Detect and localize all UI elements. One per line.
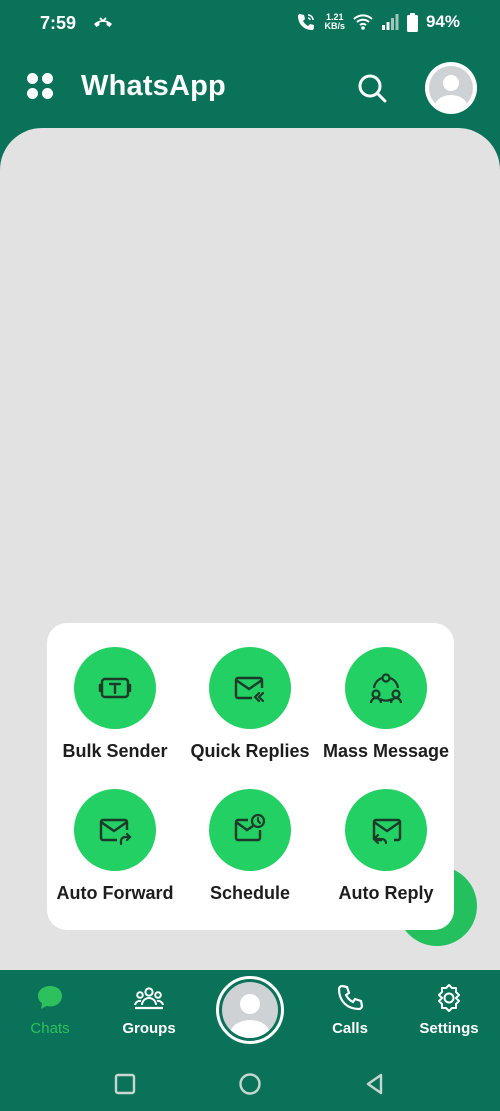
tool-label: Schedule bbox=[209, 883, 291, 903]
nav-calls[interactable]: Calls bbox=[305, 982, 395, 1037]
nav-settings[interactable]: Settings bbox=[404, 982, 494, 1037]
nav-label: Groups bbox=[122, 1020, 176, 1037]
tool-label: Mass Message bbox=[322, 741, 450, 761]
mail-forward-icon bbox=[74, 789, 156, 871]
recents-icon[interactable] bbox=[113, 1072, 137, 1096]
profile-avatar[interactable] bbox=[425, 62, 477, 114]
nav-profile-button[interactable] bbox=[216, 976, 284, 1044]
nav-groups[interactable]: Groups bbox=[104, 982, 194, 1037]
status-bar: 7:59 1.21 KB/s 94% bbox=[0, 0, 500, 48]
tool-label: Auto Reply bbox=[338, 883, 434, 903]
search-icon[interactable] bbox=[356, 72, 388, 104]
tools-menu-card: Bulk Sender Quick Replies Mass Message A… bbox=[47, 623, 454, 930]
group-connect-icon bbox=[345, 647, 427, 729]
app-title: WhatsApp bbox=[81, 70, 226, 102]
tool-schedule[interactable]: Schedule bbox=[182, 789, 318, 904]
status-icons: 1.21 KB/s 94% bbox=[296, 12, 460, 32]
mail-clock-icon bbox=[209, 789, 291, 871]
settings-gear-icon bbox=[438, 984, 460, 1012]
tool-label: Quick Replies bbox=[190, 741, 310, 761]
tool-label: Auto Forward bbox=[56, 883, 174, 903]
nav-label: Settings bbox=[419, 1020, 479, 1037]
tool-auto-forward[interactable]: Auto Forward bbox=[47, 789, 183, 904]
apps-grid-icon[interactable] bbox=[26, 72, 54, 100]
nav-label: Calls bbox=[332, 1020, 368, 1037]
profile-placeholder-icon bbox=[222, 982, 278, 1038]
tool-quick-replies[interactable]: Quick Replies bbox=[182, 647, 318, 762]
text-box-icon bbox=[74, 647, 156, 729]
chat-bubble-icon bbox=[38, 986, 62, 1009]
mail-reply-icon bbox=[345, 789, 427, 871]
system-nav-bar bbox=[0, 1050, 500, 1111]
app-header: WhatsApp bbox=[0, 48, 500, 130]
bottom-nav: Chats Groups Calls Settings bbox=[0, 970, 500, 1050]
mail-reply-all-icon bbox=[209, 647, 291, 729]
avatar-placeholder-icon bbox=[429, 66, 473, 110]
home-icon[interactable] bbox=[238, 1072, 262, 1096]
wifi-icon bbox=[353, 14, 373, 30]
wifi-calling-icon bbox=[298, 14, 315, 30]
status-time: 7:59 bbox=[40, 13, 77, 33]
network-speed: 1.21 KB/s bbox=[324, 13, 345, 31]
tool-auto-reply[interactable]: Auto Reply bbox=[318, 789, 454, 904]
back-icon[interactable] bbox=[363, 1072, 387, 1096]
tool-mass-message[interactable]: Mass Message bbox=[318, 647, 454, 762]
tool-label: Bulk Sender bbox=[62, 741, 168, 761]
missed-call-icon bbox=[94, 17, 112, 27]
signal-icon bbox=[381, 14, 399, 30]
speed-unit: KB/s bbox=[324, 21, 345, 31]
nav-label: Chats bbox=[30, 1020, 70, 1037]
groups-icon bbox=[134, 987, 164, 1010]
nav-chats[interactable]: Chats bbox=[5, 982, 95, 1037]
tool-bulk-sender[interactable]: Bulk Sender bbox=[47, 647, 183, 762]
battery-percent: 94% bbox=[425, 12, 460, 31]
phone-icon bbox=[337, 984, 364, 1011]
battery-icon bbox=[406, 12, 418, 32]
